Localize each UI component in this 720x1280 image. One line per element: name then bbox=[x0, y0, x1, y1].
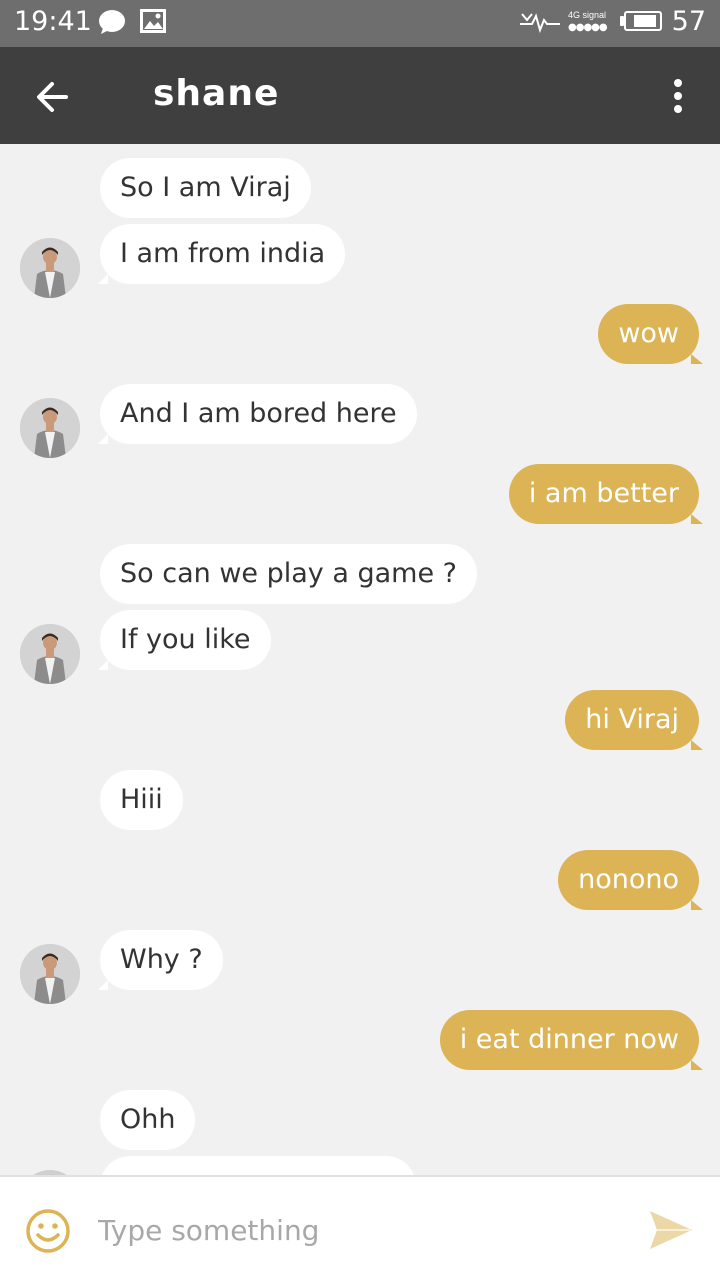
status-bar: 19:41 4G signal ●●●●● 57 bbox=[0, 0, 720, 47]
avatar[interactable] bbox=[20, 398, 80, 458]
message-bubble-outgoing[interactable]: i eat dinner now bbox=[439, 1010, 704, 1070]
message-bubble-outgoing[interactable]: i am better bbox=[508, 464, 704, 524]
chat-title: shane bbox=[153, 73, 280, 114]
message-bubble-incoming[interactable]: And I am bored here bbox=[98, 384, 417, 444]
avatar[interactable] bbox=[20, 624, 80, 684]
app-bar: shane bbox=[0, 47, 720, 144]
battery-icon bbox=[624, 11, 662, 31]
message-list[interactable]: So I am Viraj I am from india wow And I … bbox=[0, 144, 720, 1175]
message-bubble-outgoing[interactable]: nonono bbox=[558, 850, 703, 910]
send-icon bbox=[650, 1211, 692, 1249]
message-bubble-incoming[interactable]: If you like bbox=[98, 610, 271, 670]
emoji-button[interactable] bbox=[24, 1207, 72, 1255]
more-options-button[interactable] bbox=[666, 75, 690, 115]
avatar-person-icon bbox=[20, 944, 80, 1004]
message-bubble-outgoing[interactable]: wow bbox=[598, 304, 703, 364]
message-bubble-outgoing[interactable]: hi Viraj bbox=[565, 690, 703, 750]
avatar[interactable] bbox=[20, 238, 80, 298]
message-bubble-incoming[interactable]: Hiii bbox=[100, 770, 183, 830]
signal-strength-icon: ●●●●● bbox=[568, 22, 608, 33]
more-vertical-icon bbox=[674, 79, 682, 87]
message-bubble-incoming[interactable]: Why ? bbox=[98, 930, 223, 990]
avatar-person-icon bbox=[20, 398, 80, 458]
status-time: 19:41 bbox=[14, 6, 92, 37]
arrow-left-icon bbox=[37, 82, 68, 112]
avatar[interactable] bbox=[20, 944, 80, 1004]
send-button[interactable] bbox=[648, 1207, 694, 1253]
message-input[interactable] bbox=[96, 1199, 620, 1261]
message-bubble-incoming-partial[interactable] bbox=[100, 1156, 416, 1175]
avatar-person-icon bbox=[20, 624, 80, 684]
message-composer bbox=[0, 1175, 720, 1280]
wifi-heartbeat-icon bbox=[520, 13, 560, 34]
message-bubble-incoming[interactable]: Ohh bbox=[100, 1090, 196, 1150]
message-bubble-incoming[interactable]: I am from india bbox=[97, 224, 346, 284]
message-bubble-incoming[interactable]: So I am Viraj bbox=[100, 158, 311, 218]
network-label: 4G signal bbox=[568, 10, 607, 20]
smiley-icon bbox=[26, 1209, 70, 1253]
message-bubble-incoming[interactable]: So can we play a game ? bbox=[100, 544, 477, 604]
battery-level: 57 bbox=[671, 6, 706, 37]
avatar-person-icon bbox=[20, 238, 80, 298]
message-notification-icon bbox=[99, 10, 125, 34]
back-button[interactable] bbox=[30, 71, 82, 123]
image-notification-icon bbox=[140, 9, 166, 33]
